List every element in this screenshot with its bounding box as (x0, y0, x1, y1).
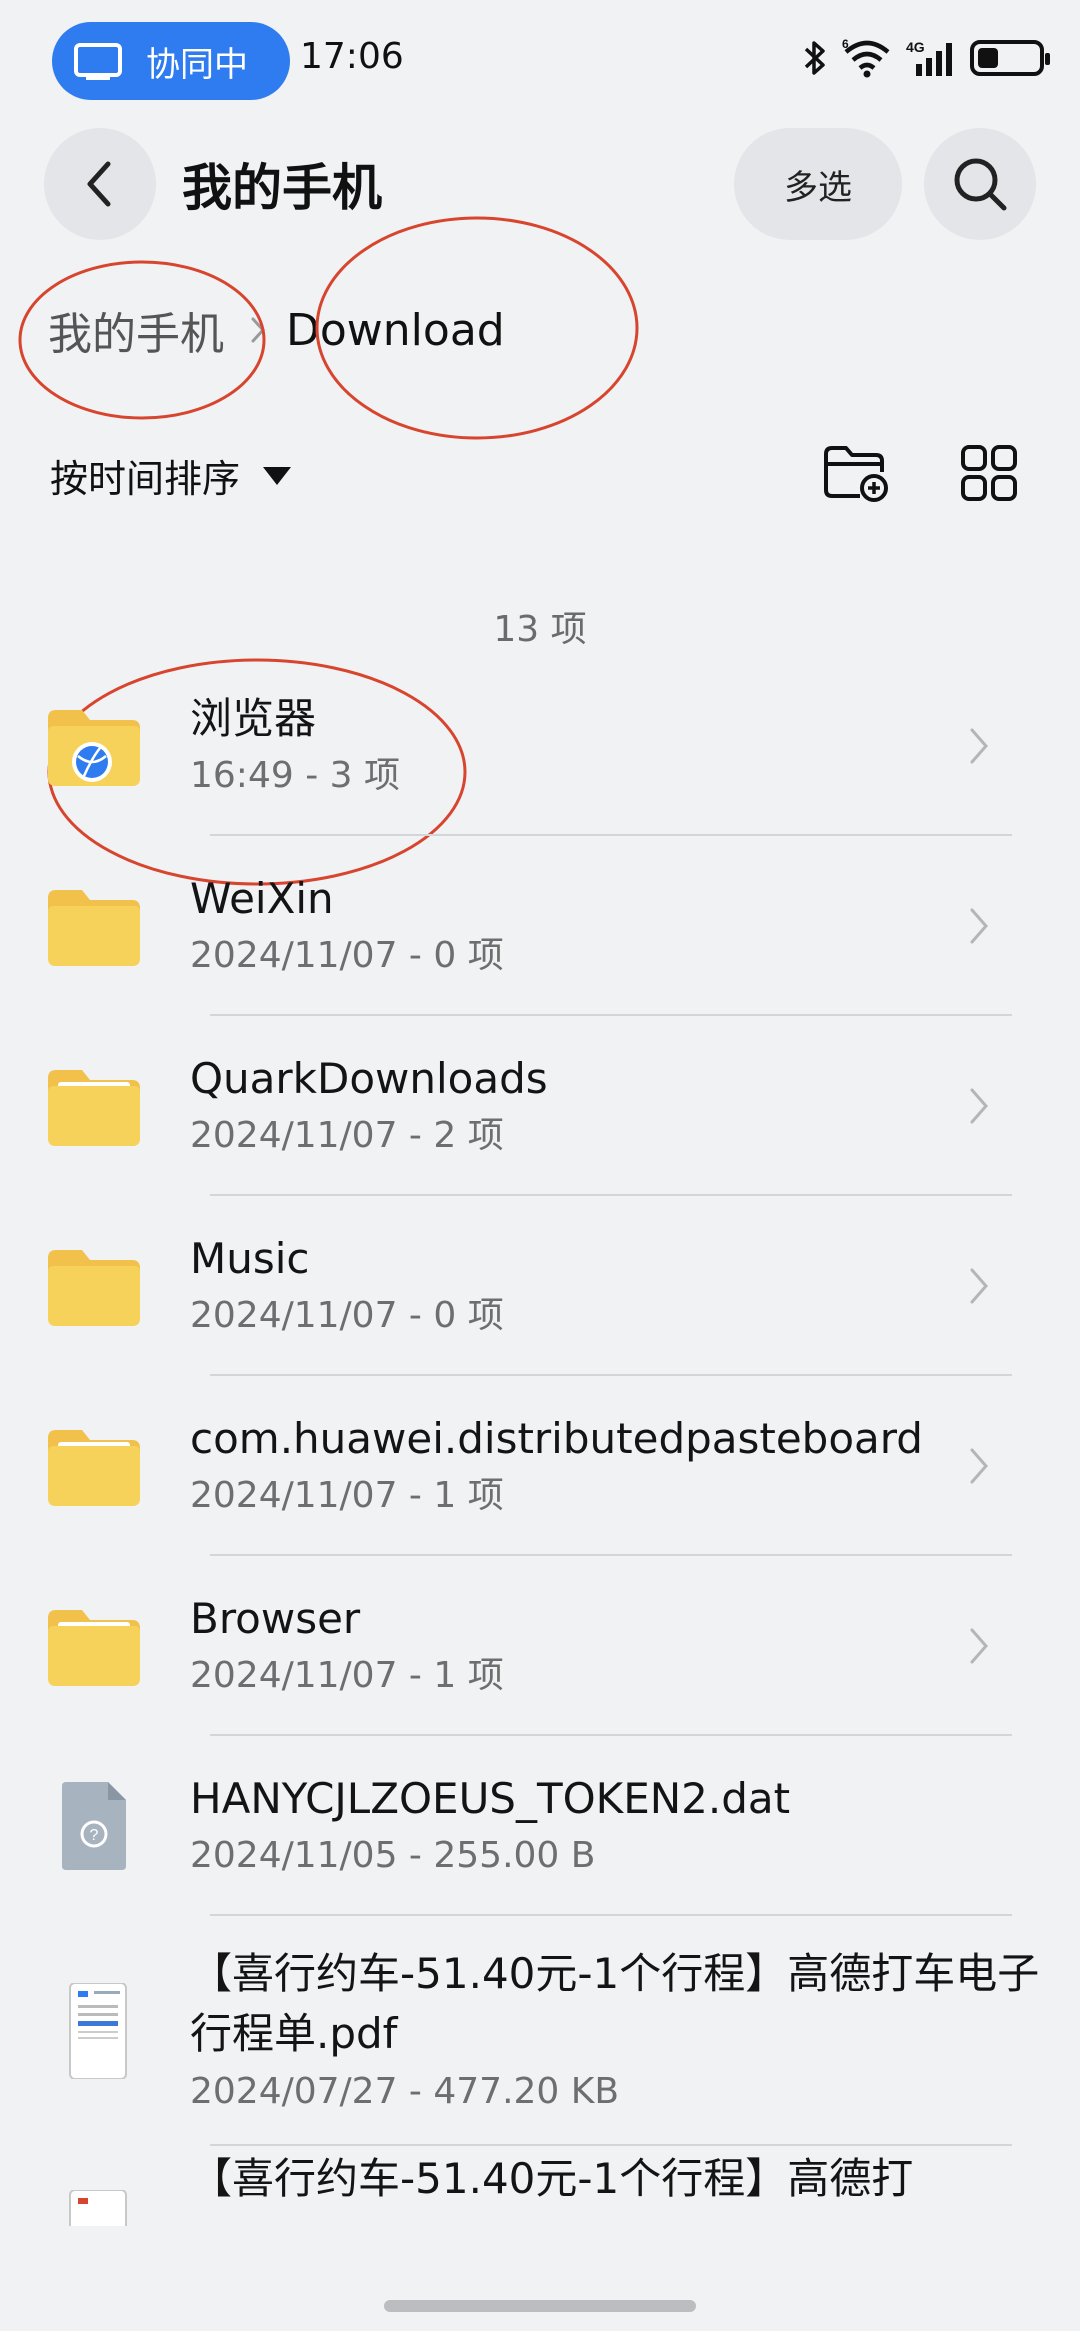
item-name: Browser (190, 1594, 361, 1643)
breadcrumb-separator-icon (251, 317, 266, 343)
sort-dropdown[interactable]: 按时间排序 (50, 448, 292, 503)
list-item[interactable]: Music 2024/11/07 - 0 项 (0, 1196, 1080, 1376)
item-name: com.huawei.distributedpasteboard (190, 1414, 923, 1463)
wifi-icon: 6 (842, 38, 890, 78)
item-meta: 16:49 - 3 项 (190, 755, 400, 796)
item-name: QuarkDownloads (190, 1054, 548, 1103)
home-indicator[interactable] (384, 2300, 696, 2312)
list-item[interactable]: 浏览器 16:49 - 3 项 (0, 656, 1080, 836)
collaboration-pill[interactable]: 协同中 (52, 22, 290, 100)
folder-icon (48, 1070, 140, 1146)
list-item[interactable]: com.huawei.distributedpasteboard 2024/11… (0, 1376, 1080, 1556)
status-bar: 协同中 17:06 6 4G (0, 0, 1080, 120)
pdf-thumbnail-icon (69, 2190, 127, 2226)
new-folder-icon[interactable] (822, 442, 888, 502)
chevron-right-icon (970, 1268, 988, 1304)
clock: 17:06 (300, 36, 404, 77)
unknown-file-icon: ? (62, 1782, 126, 1870)
file-list: 浏览器 16:49 - 3 项 WeiXin 2024/11/07 - 0 项 … (0, 656, 1080, 2226)
chevron-right-icon (970, 1628, 988, 1664)
sort-label: 按时间排序 (50, 457, 241, 501)
item-name: 【喜行约车-51.40元-1个行程】高德打 (190, 2154, 914, 2203)
folder-icon (48, 1610, 140, 1686)
item-name: HANYCJLZOEUS_TOKEN2.dat (190, 1774, 791, 1823)
browser-folder-icon (48, 710, 140, 786)
list-item[interactable]: 【喜行约车-51.40元-1个行程】高德打车电子行程单.pdf 2024/07/… (0, 1916, 1080, 2146)
search-button[interactable] (924, 128, 1036, 240)
item-name: 浏览器 (190, 694, 317, 743)
screen-icon (74, 43, 122, 80)
status-icons: 6 4G (802, 38, 1050, 78)
folder-icon (48, 1250, 140, 1326)
chevron-right-icon (970, 1448, 988, 1484)
multiselect-button[interactable]: 多选 (734, 128, 902, 240)
breadcrumb-root[interactable]: 我的手机 (48, 298, 224, 362)
battery-fill (978, 48, 998, 68)
item-meta: 2024/11/07 - 2 项 (190, 1115, 504, 1156)
chevron-right-icon (970, 908, 988, 944)
folder-icon (48, 1430, 140, 1506)
item-meta: 2024/11/07 - 1 项 (190, 1655, 504, 1696)
wifi-badge: 6 (842, 38, 849, 51)
item-name: WeiXin (190, 874, 334, 923)
back-arrow-icon (87, 161, 111, 207)
list-item[interactable]: QuarkDownloads 2024/11/07 - 2 项 (0, 1016, 1080, 1196)
list-item[interactable]: Browser 2024/11/07 - 1 项 (0, 1556, 1080, 1736)
search-icon (954, 158, 1007, 211)
bluetooth-icon (804, 41, 825, 75)
chevron-right-icon (970, 728, 988, 764)
list-item[interactable]: WeiXin 2024/11/07 - 0 项 (0, 836, 1080, 1016)
item-name: 【喜行约车-51.40元-1个行程】高德打车电子行程单.pdf (190, 1949, 1040, 2058)
list-item[interactable]: 【喜行约车-51.40元-1个行程】高德打 (0, 2146, 1080, 2226)
collaboration-label: 协同中 (146, 44, 248, 85)
item-meta: 2024/11/07 - 0 项 (190, 1295, 504, 1336)
grid-view-icon[interactable] (960, 444, 1018, 502)
back-button[interactable] (44, 128, 156, 240)
breadcrumb-current: Download (286, 304, 505, 356)
item-count: 13 项 (493, 609, 587, 650)
network-badge: 4G (906, 39, 925, 55)
chevron-right-icon (970, 1088, 988, 1124)
item-name: Music (190, 1234, 310, 1283)
signal-icon: 4G (906, 39, 952, 76)
svg-text:?: ? (90, 1827, 99, 1844)
page-title: 我的手机 (182, 159, 382, 217)
item-meta: 2024/11/05 - 255.00 B (190, 1835, 596, 1876)
breadcrumb: 我的手机 Download (48, 298, 505, 362)
caret-down-icon (263, 466, 292, 485)
pdf-thumbnail-icon (69, 1983, 127, 2079)
item-meta: 2024/11/07 - 0 项 (190, 935, 504, 976)
folder-icon (48, 890, 140, 966)
item-meta: 2024/07/27 - 477.20 KB (190, 2071, 620, 2112)
item-meta: 2024/11/07 - 1 项 (190, 1475, 504, 1516)
list-item[interactable]: ? HANYCJLZOEUS_TOKEN2.dat 2024/11/05 - 2… (0, 1736, 1080, 1916)
battery-icon (970, 40, 1050, 76)
